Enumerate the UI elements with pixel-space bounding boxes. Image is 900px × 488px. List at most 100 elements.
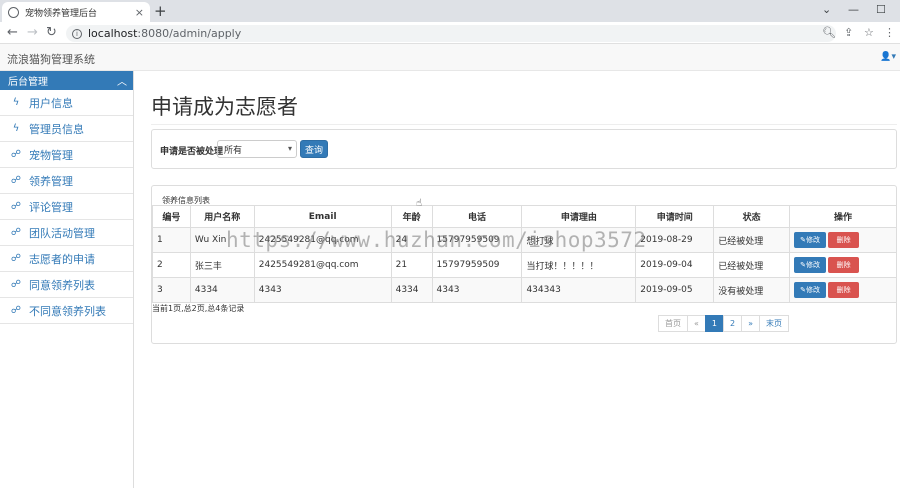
cell-reason: 当打球！！！！！ bbox=[521, 252, 637, 278]
url-host: localhost bbox=[88, 27, 138, 40]
column-header: 申请理由 bbox=[521, 205, 637, 228]
sidebar-item-label: 用户信息 bbox=[29, 96, 73, 110]
sitemap-icon: ☍ bbox=[10, 149, 22, 160]
sidebar-item-label: 团队活动管理 bbox=[29, 226, 95, 240]
new-tab-button[interactable]: + bbox=[154, 2, 167, 20]
list-panel: 领养信息列表 编号 用户名称 Email 年龄 电话 申请理由 申请时间 状态 … bbox=[151, 185, 897, 344]
bolt-icon: ϟ bbox=[12, 97, 20, 108]
page-next[interactable]: » bbox=[741, 315, 760, 332]
column-header: 编号 bbox=[152, 205, 191, 228]
page-1[interactable]: 1 bbox=[704, 315, 724, 332]
cell-date: 2019-09-04 bbox=[635, 252, 715, 278]
mouse-cursor-icon: ☝ bbox=[416, 198, 423, 209]
sidebar-item-team-events[interactable]: ☍ 团队活动管理 bbox=[0, 220, 133, 246]
browser-tab-bar: 宠物领养管理后台 × + ⌄ — ☐ bbox=[0, 0, 900, 22]
sidebar-item-label: 管理员信息 bbox=[29, 122, 84, 136]
minimize-button[interactable]: — bbox=[848, 3, 859, 16]
cell-status: 没有被处理 bbox=[713, 277, 791, 303]
table-row: 2 张三丰 2425549281@qq.com 21 15797959509 当… bbox=[152, 252, 897, 278]
brand-title[interactable]: 流浪猫狗管理系统 bbox=[7, 51, 95, 67]
sidebar-item-label: 志愿者的申请 bbox=[29, 252, 95, 266]
url-input[interactable]: i localhost:8080/admin/apply bbox=[66, 25, 836, 42]
maximize-button[interactable]: ☐ bbox=[876, 3, 886, 16]
cell-reason: 434343 bbox=[521, 277, 637, 303]
cell-age: 4334 bbox=[390, 277, 433, 303]
sitemap-icon: ☍ bbox=[10, 227, 22, 238]
sidebar-title: 后台管理 bbox=[8, 77, 48, 88]
cell-status: 已经被处理 bbox=[713, 252, 791, 278]
sidebar-item-pets[interactable]: ☍ 宠物管理 bbox=[0, 142, 133, 168]
cell-email: 4343 bbox=[253, 277, 392, 303]
browser-tab[interactable]: 宠物领养管理后台 × bbox=[2, 2, 150, 22]
main-content: 申请成为志愿者 申请是否被处理 所有 ▾ 查询 领养信息列表 编号 用户名称 E… bbox=[134, 71, 900, 488]
delete-button[interactable]: 删除 bbox=[828, 232, 860, 248]
filter-label: 申请是否被处理 bbox=[160, 147, 224, 157]
share-icon[interactable]: ⇪ bbox=[844, 26, 853, 39]
back-arrow-icon[interactable]: ← bbox=[7, 25, 18, 40]
sidebar-item-label: 宠物管理 bbox=[29, 148, 73, 162]
watermark: https://www.huzhan.com/ishop3572 bbox=[226, 228, 647, 252]
cell-id: 1 bbox=[152, 227, 191, 253]
sitemap-icon: ☍ bbox=[10, 279, 22, 290]
sidebar-item-label: 评论管理 bbox=[29, 200, 73, 214]
column-header: Email bbox=[253, 205, 392, 228]
sidebar-item-volunteer-apply[interactable]: ☍ 志愿者的申请 bbox=[0, 246, 133, 272]
bolt-icon: ϟ bbox=[12, 123, 20, 134]
info-icon[interactable]: i bbox=[72, 28, 82, 39]
url-path: :8080/admin/apply bbox=[137, 27, 242, 40]
zoom-icon[interactable]: 🔍︎ bbox=[822, 26, 836, 39]
chevron-up-icon[interactable]: ︿ bbox=[117, 73, 127, 88]
sitemap-icon: ☍ bbox=[10, 175, 22, 186]
sidebar-item-users[interactable]: ϟ 用户信息 bbox=[0, 90, 133, 116]
close-icon[interactable]: × bbox=[135, 6, 144, 19]
page-last[interactable]: 末页 bbox=[759, 315, 789, 332]
sidebar-item-label: 同意领养列表 bbox=[29, 278, 95, 292]
sidebar-item-label: 领养管理 bbox=[29, 174, 73, 188]
edit-button[interactable]: ✎修改 bbox=[794, 232, 827, 248]
edit-button[interactable]: ✎修改 bbox=[794, 282, 827, 298]
menu-dots-icon[interactable]: ⋮ bbox=[884, 26, 895, 39]
delete-button[interactable]: 删除 bbox=[828, 257, 860, 273]
cell-name: 张三丰 bbox=[189, 252, 255, 278]
page-prev[interactable]: « bbox=[687, 315, 706, 332]
column-header: 年龄 bbox=[390, 205, 433, 228]
user-menu-icon[interactable]: 👤▾ bbox=[880, 52, 896, 62]
sidebar-item-comments[interactable]: ☍ 评论管理 bbox=[0, 194, 133, 220]
sidebar-item-admins[interactable]: ϟ 管理员信息 bbox=[0, 116, 133, 142]
sitemap-icon: ☍ bbox=[10, 305, 22, 316]
sidebar-header[interactable]: 后台管理 ︿ bbox=[0, 71, 133, 90]
cell-age: 21 bbox=[390, 252, 433, 278]
delete-button[interactable]: 删除 bbox=[828, 282, 860, 298]
query-button[interactable]: 查询 bbox=[300, 140, 328, 158]
reload-icon[interactable]: ↻ bbox=[46, 25, 57, 40]
sidebar: 后台管理 ︿ ϟ 用户信息 ϟ 管理员信息 ☍ 宠物管理 ☍ 领养管理 ☍ 评论管理 ☍ 团… bbox=[0, 71, 134, 488]
column-header: 申请时间 bbox=[635, 205, 715, 228]
address-bar-row: ← → ↻ i localhost:8080/admin/apply 🔍︎ ⇪ … bbox=[0, 22, 900, 44]
cell-actions: ✎修改 删除 bbox=[789, 252, 897, 278]
cell-date: 2019-09-05 bbox=[635, 277, 715, 303]
chevron-down-icon: ▾ bbox=[287, 144, 292, 153]
sidebar-item-approved-list[interactable]: ☍ 同意领养列表 bbox=[0, 272, 133, 298]
sidebar-item-adoption[interactable]: ☍ 领养管理 bbox=[0, 168, 133, 194]
star-icon[interactable]: ☆ bbox=[864, 26, 874, 39]
filter-panel: 申请是否被处理 所有 ▾ 查询 bbox=[151, 129, 897, 169]
status-select[interactable]: 所有 ▾ bbox=[217, 140, 297, 158]
title-divider bbox=[151, 124, 897, 125]
chevron-down-icon[interactable]: ⌄ bbox=[822, 3, 831, 16]
pagination: 首页 « 1 2 » 末页 bbox=[658, 315, 789, 332]
sidebar-item-rejected-list[interactable]: ☍ 不同意领养列表 bbox=[0, 298, 133, 324]
page-2[interactable]: 2 bbox=[723, 315, 743, 332]
cell-actions: ✎修改 删除 bbox=[789, 227, 897, 253]
cell-phone: 4343 bbox=[431, 277, 523, 303]
cell-name: 4334 bbox=[189, 277, 255, 303]
page-first[interactable]: 首页 bbox=[658, 315, 688, 332]
edit-button[interactable]: ✎修改 bbox=[794, 257, 827, 273]
column-header: 操作 bbox=[789, 205, 897, 228]
cell-id: 2 bbox=[152, 252, 191, 278]
forward-arrow-icon[interactable]: → bbox=[27, 25, 38, 40]
globe-icon bbox=[8, 6, 19, 18]
status-select-value: 所有 bbox=[224, 145, 243, 156]
column-header: 用户名称 bbox=[189, 205, 255, 228]
cell-id: 3 bbox=[152, 277, 191, 303]
apply-table: 编号 用户名称 Email 年龄 电话 申请理由 申请时间 状态 操作 1 Wu… bbox=[152, 205, 897, 303]
